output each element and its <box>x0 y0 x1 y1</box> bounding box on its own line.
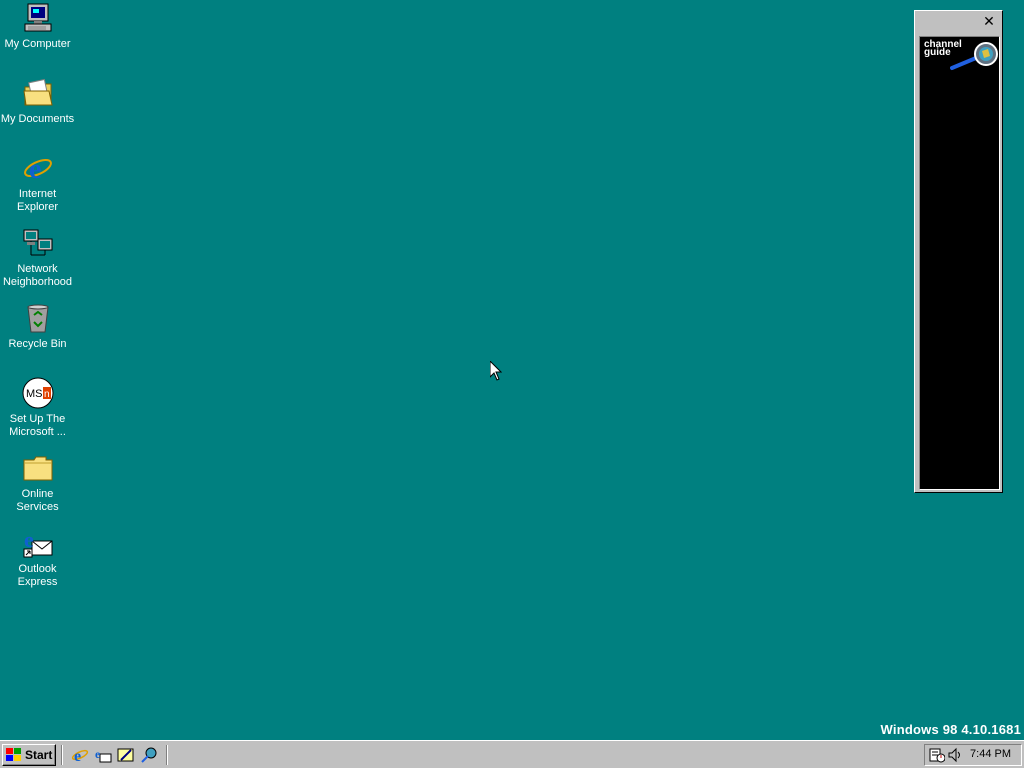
desktop-icon-label: Set Up The Microsoft ... <box>9 413 66 438</box>
outlook-express-icon: e <box>22 527 54 559</box>
svg-text:e: e <box>74 748 81 764</box>
desktop-icon-my-documents[interactable]: My Documents <box>0 77 75 126</box>
channel-bar-pane: channel guide <box>919 36 1000 490</box>
desktop-icon-internet-explorer[interactable]: e Internet Explorer <box>0 152 75 214</box>
channel-guide-button[interactable]: channel guide <box>920 39 999 73</box>
svg-text:e: e <box>95 747 101 761</box>
taskbar: Start e e 7:44 PM <box>0 740 1024 768</box>
desktop-icon-online-services[interactable]: Online Services <box>0 452 75 514</box>
folder-icon <box>22 452 54 484</box>
desktop-icon-label: Outlook Express <box>17 563 58 588</box>
desktop-icon-my-computer[interactable]: My Computer <box>0 2 75 51</box>
task-scheduler-icon[interactable] <box>929 747 945 763</box>
version-watermark: Windows 98 4.10.1681 <box>880 722 1021 737</box>
svg-text:e: e <box>29 154 41 184</box>
recycle-bin-icon <box>22 302 54 334</box>
quick-launch-show-desktop-icon[interactable] <box>117 746 135 764</box>
volume-icon[interactable] <box>947 747 963 763</box>
svg-text:MS: MS <box>26 388 43 400</box>
internet-explorer-icon: e <box>22 152 54 184</box>
channel-bar-titlebar[interactable]: ✕ <box>915 11 1002 35</box>
desktop-icon-recycle-bin[interactable]: Recycle Bin <box>0 302 75 351</box>
quick-launch-view-channels-icon[interactable] <box>140 746 158 764</box>
desktop-icon-label: My Documents <box>0 113 75 125</box>
desktop-icon-label: Recycle Bin <box>8 338 67 350</box>
desktop-icon-msn-setup[interactable]: MS n Set Up The Microsoft ... <box>0 377 75 439</box>
desktop-icon-network-neighborhood[interactable]: Network Neighborhood <box>0 227 75 289</box>
close-icon[interactable]: ✕ <box>981 14 997 30</box>
magnifier-icon <box>950 42 998 70</box>
clock[interactable]: 7:44 PM <box>970 748 1011 760</box>
mouse-cursor-icon <box>490 361 502 381</box>
svg-text:n: n <box>44 389 50 400</box>
msn-icon: MS n <box>22 377 54 409</box>
svg-text:e: e <box>24 527 34 552</box>
taskbar-separator <box>166 745 168 765</box>
start-button[interactable]: Start <box>2 744 56 766</box>
desktop-icon-label: Internet Explorer <box>17 188 58 213</box>
system-tray: 7:44 PM <box>924 744 1022 766</box>
network-neighborhood-icon <box>22 227 54 259</box>
channel-bar[interactable]: ✕ channel guide <box>914 10 1003 493</box>
desktop[interactable]: My Computer My Documents e Internet Expl… <box>0 0 1024 740</box>
windows-logo-icon <box>6 748 21 761</box>
desktop-icon-label: Network Neighborhood <box>2 263 73 288</box>
desktop-icon-label: Online Services <box>16 488 59 513</box>
quick-launch-internet-explorer-icon[interactable]: e <box>71 746 89 764</box>
taskbar-separator <box>61 745 63 765</box>
desktop-icon-label: My Computer <box>4 38 71 50</box>
desktop-icon-outlook-express[interactable]: e Outlook Express <box>0 527 75 589</box>
my-documents-icon <box>22 77 54 109</box>
my-computer-icon <box>22 2 54 34</box>
quick-launch-outlook-express-icon[interactable]: e <box>94 746 112 764</box>
start-label: Start <box>25 748 53 762</box>
